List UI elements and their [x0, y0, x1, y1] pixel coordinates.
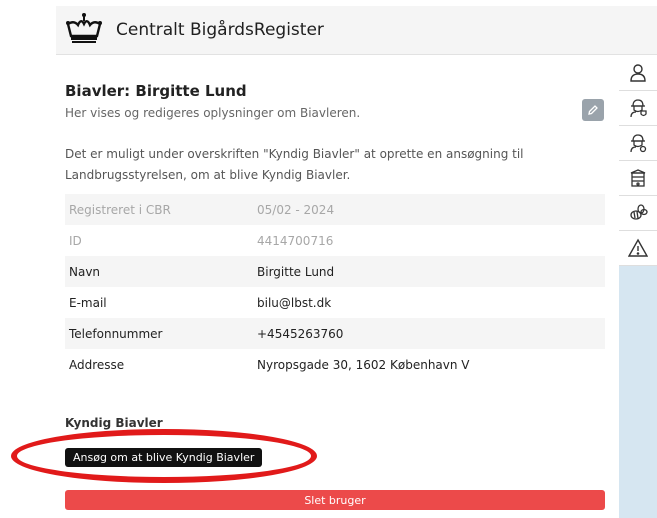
detail-value: +4545263760: [257, 318, 605, 349]
detail-label: Addresse: [69, 357, 125, 372]
detail-label: E-mail: [69, 295, 107, 310]
detail-value: Nyropsgade 30, 1602 København V: [257, 357, 470, 372]
beekeeper-shield-icon[interactable]: [619, 91, 657, 126]
detail-value: 05/02 - 2024: [257, 194, 605, 225]
warning-icon[interactable]: [619, 231, 657, 266]
app-title: Centralt BigårdsRegister: [116, 20, 324, 40]
detail-label: ID: [69, 233, 82, 248]
apply-kyndig-button[interactable]: Ansøg om at blive Kyndig Biavler: [65, 448, 263, 467]
table-row: ID 4414700716: [65, 225, 605, 256]
table-row: Telefonnummer +4545263760: [65, 318, 605, 349]
table-row: Addresse Nyropsgade 30, 1602 København V: [65, 349, 605, 380]
table-row: E-mail bilu@lbst.dk: [65, 287, 605, 318]
table-row: Registreret i CBR 05/02 - 2024: [65, 194, 605, 225]
bee-icon[interactable]: [619, 196, 657, 231]
info-text: Det er muligt under overskriften "Kyndig…: [65, 147, 524, 182]
pencil-icon: [587, 101, 599, 120]
crown-logo-icon: [64, 12, 104, 50]
detail-label: Telefonnummer: [65, 318, 257, 349]
detail-label: Registreret i CBR: [65, 194, 257, 225]
page-title: Biavler: Birgitte Lund: [65, 82, 247, 100]
beekeeper-gear-icon[interactable]: [619, 126, 657, 161]
beehive-icon[interactable]: [619, 161, 657, 196]
details-table: Registreret i CBR 05/02 - 2024 ID 441470…: [65, 194, 605, 380]
detail-label: Navn: [65, 256, 257, 287]
side-rail: [619, 56, 657, 518]
table-row: Navn Birgitte Lund: [65, 256, 605, 287]
delete-user-button[interactable]: Slet bruger: [65, 490, 605, 510]
app-header: Centralt BigårdsRegister: [56, 6, 657, 55]
detail-value: 4414700716: [257, 233, 334, 248]
detail-value: bilu@lbst.dk: [257, 295, 332, 310]
kyndig-section-label: Kyndig Biavler: [65, 416, 163, 430]
edit-button[interactable]: [582, 99, 604, 121]
page-subtitle: Her vises og redigeres oplysninger om Bi…: [65, 106, 361, 120]
user-icon[interactable]: [619, 56, 657, 91]
detail-value: Birgitte Lund: [257, 256, 605, 287]
